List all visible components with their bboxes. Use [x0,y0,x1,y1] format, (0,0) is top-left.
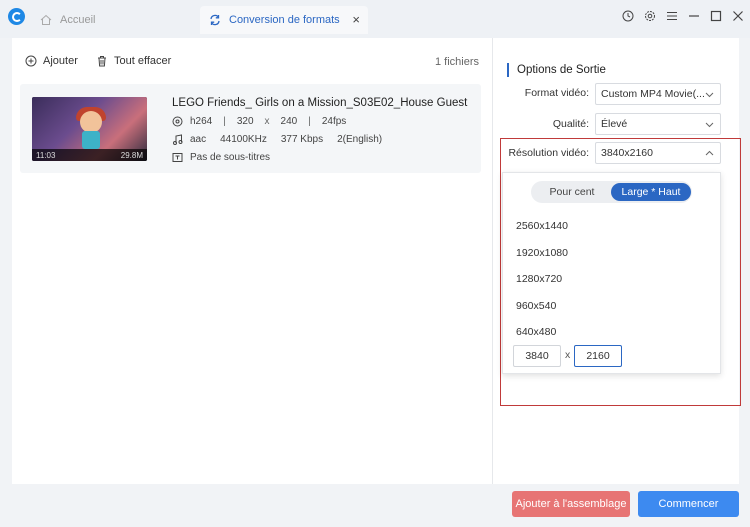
format-value: Custom MP4 Movie(... [601,88,705,100]
mode-size-option[interactable]: Large * Haut [611,183,691,201]
subtitle-icon [172,153,183,162]
video-codec: h264 [190,116,213,127]
resolution-option[interactable]: 1280x720 [516,273,562,285]
files-count: 1 fichiers [434,56,479,68]
resolution-option[interactable]: 2560x1440 [516,220,568,232]
quality-select[interactable]: Élevé [595,113,721,135]
start-button[interactable]: Commencer [638,491,739,517]
close-icon[interactable] [732,10,744,22]
convert-icon [210,14,220,26]
resolution-option[interactable]: 1920x1080 [516,247,568,259]
format-select[interactable]: Custom MP4 Movie(... [595,83,721,105]
quality-label: Qualité: [552,118,589,130]
tab-format-conversion[interactable]: Conversion de formats × [200,6,368,34]
video-info-row: h264 | 320 x 240 | 24fps [172,116,346,127]
chevron-down-icon [705,122,714,128]
settings-icon[interactable] [644,10,656,22]
audio-info-row: aac 44100KHz 377 Kbps 2(English) [172,134,382,145]
add-file-label: Ajouter [43,55,78,67]
tab-home-label: Accueil [60,14,96,26]
custom-height-input[interactable]: 2160 [574,345,622,367]
plus-circle-icon [25,55,37,67]
audio-sample-rate: 44100KHz [220,134,267,145]
video-thumbnail[interactable]: 11:03 29.8M [32,97,147,161]
chevron-down-icon [705,92,714,98]
video-width: 320 [236,116,254,127]
music-note-icon [173,134,183,145]
clear-all-label: Tout effacer [114,55,172,67]
file-item[interactable]: 11:03 29.8M LEGO Friends_ Girls on a Mis… [20,84,481,173]
custom-size-separator: x [565,349,571,361]
add-to-assembly-button[interactable]: Ajouter à l'assemblage [512,491,630,517]
file-title: LEGO Friends_ Girls on a Mission_S03E02_… [172,97,468,109]
resolution-dropdown: Pour cent Large * Haut 2560x1440 1920x10… [502,172,721,374]
resolution-mode-toggle: Pour cent Large * Haut [531,181,692,203]
video-duration: 11:03 [36,151,56,160]
format-label: Format vidéo: [524,87,589,99]
subtitle-info-row: Pas de sous-titres [172,152,270,163]
trash-icon [98,56,106,67]
video-fps: 24fps [321,116,347,127]
title-bar: Accueil Conversion de formats × [0,0,750,38]
subtitle-value: Pas de sous-titres [190,152,271,163]
output-options-title: Options de Sortie [507,63,606,77]
custom-width-input[interactable]: 3840 [513,345,561,367]
resolution-option[interactable]: 960x540 [516,300,556,312]
audio-channels: 2(English) [337,134,383,145]
audio-codec: aac [190,134,207,145]
add-file-button[interactable]: Ajouter [25,55,78,67]
tab-close-icon[interactable]: × [352,13,360,26]
video-height: 240 [280,116,298,127]
tab-home[interactable]: Accueil [40,12,95,28]
home-icon [40,14,52,25]
mode-percent-option[interactable]: Pour cent [537,181,607,203]
video-codec-icon [172,116,183,127]
tab-format-conversion-label: Conversion de formats [229,14,340,26]
file-toolbar: Ajouter Tout effacer 1 fichiers [12,38,493,84]
resolution-option[interactable]: 640x480 [516,326,556,338]
file-list-pane: Ajouter Tout effacer 1 fichiers 11:03 29… [12,38,493,484]
maximize-icon[interactable] [710,10,722,22]
menu-icon[interactable] [666,10,678,22]
audio-bitrate: 377 Kbps [280,134,324,145]
quality-value: Élevé [601,118,628,130]
history-icon[interactable] [622,10,634,22]
app-logo-icon [8,8,25,25]
minimize-icon[interactable] [688,10,700,22]
clear-all-button[interactable]: Tout effacer [96,55,171,67]
video-size: 29.8M [120,151,143,160]
